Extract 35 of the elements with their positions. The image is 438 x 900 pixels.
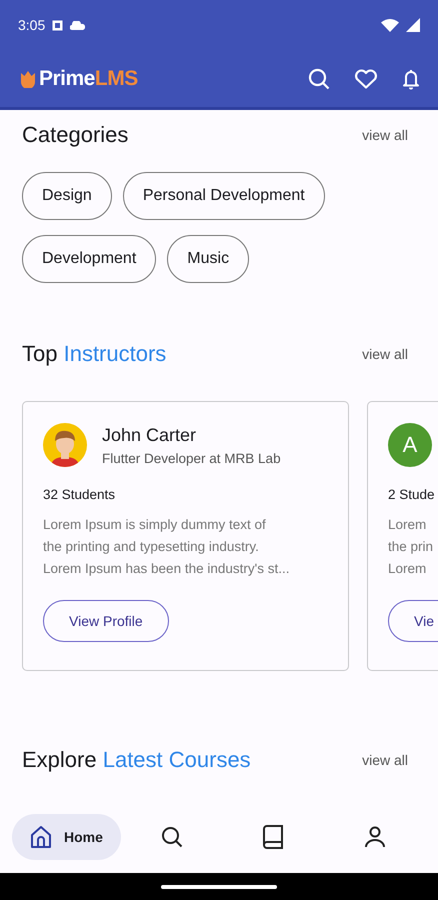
instructor-role: Flutter Developer at MRB Lab	[102, 450, 281, 466]
view-all-link[interactable]: view all	[362, 346, 408, 362]
bell-icon[interactable]	[402, 68, 420, 90]
home-indicator[interactable]	[161, 884, 277, 888]
search-icon	[160, 826, 183, 848]
photo-icon	[52, 20, 64, 30]
avatar	[43, 423, 87, 467]
person-icon	[365, 826, 386, 848]
app-logo: PrimeLMS	[20, 66, 138, 90]
search-icon[interactable]	[308, 68, 330, 90]
category-chip[interactable]: Personal Development	[122, 172, 325, 220]
view-all-link[interactable]: view all	[362, 752, 408, 768]
instructor-name: John Carter	[102, 424, 198, 446]
view-profile-button[interactable]: View Profile	[43, 600, 169, 642]
status-time: 3:05	[18, 17, 46, 33]
avatar: A	[388, 423, 432, 467]
category-chip[interactable]: Music	[167, 235, 250, 283]
category-chip[interactable]: Development	[22, 235, 156, 283]
instructor-bio: Lorem the prin Lorem	[388, 516, 434, 578]
section-title: Explore Latest Courses	[22, 747, 251, 773]
view-profile-button[interactable]: Vie	[388, 600, 438, 642]
section-title: Top Instructors	[22, 341, 166, 367]
instructor-bio: Lorem Ipsum is simply dummy text of the printing and typesetting industry. Lorem Ipsum has been the industry's st...	[43, 516, 290, 578]
view-all-link[interactable]: view all	[362, 127, 408, 143]
student-count: 2 Stude	[388, 487, 436, 502]
home-icon	[30, 824, 52, 848]
nav-item[interactable]: Home	[12, 814, 121, 860]
cloud-icon	[70, 20, 86, 30]
student-count: 32 Students	[43, 487, 116, 502]
section-title: Categories	[22, 122, 128, 148]
category-chip[interactable]: Design	[22, 172, 112, 220]
heart-icon[interactable]	[354, 68, 378, 89]
signal-icon	[406, 18, 420, 32]
book-icon	[263, 824, 284, 848]
wifi-icon	[381, 18, 399, 32]
